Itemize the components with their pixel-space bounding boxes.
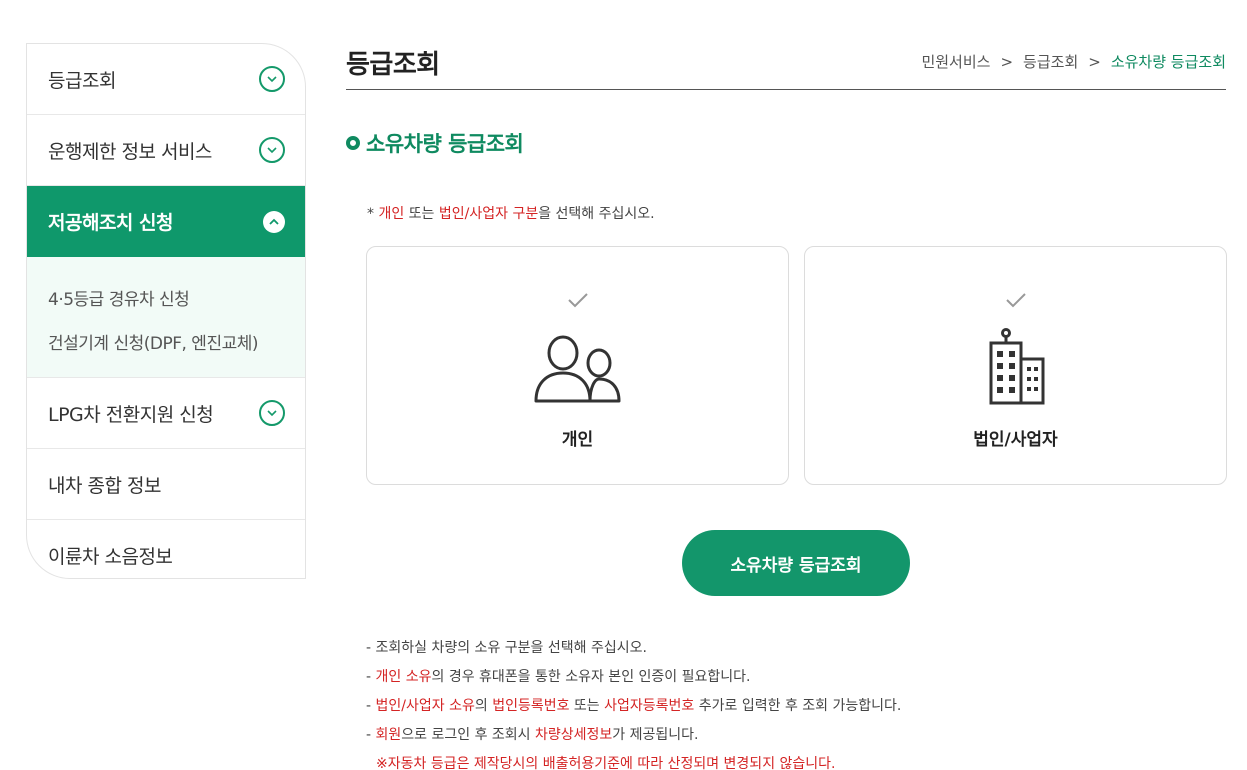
business-label: 법인/사업자	[973, 430, 1058, 450]
info-line: - 조회하실 차량의 소유 구분을 선택해 주십시오.	[366, 640, 647, 656]
check-icon	[1005, 293, 1026, 308]
building-icon	[989, 328, 1044, 405]
info-highlight: 법인등록번호	[492, 698, 570, 714]
sidebar-item-label: 운행제한 정보 서비스	[48, 140, 212, 163]
info-text: 또는	[569, 698, 605, 714]
info-dash: -	[366, 727, 376, 743]
lookup-button[interactable]: 소유차량 등급조회	[682, 530, 910, 596]
sidebar-item-label: 내차 종합 정보	[48, 474, 161, 497]
info-dash: -	[366, 698, 376, 714]
notice-prefix: *	[367, 206, 379, 222]
people-icon	[534, 335, 620, 403]
info-note: ※자동차 등급은 제작당시의 배출허용기준에 따라 산정되며 변경되지 않습니다…	[376, 756, 836, 770]
selection-notice: * 개인 또는 법인/사업자 구분을 선택해 주십시오.	[367, 203, 655, 223]
chevron-down-icon	[259, 137, 285, 163]
section-title: 소유차량 등급조회	[346, 128, 524, 158]
chevron-down-icon	[259, 66, 285, 92]
section-title-text: 소유차량 등급조회	[366, 132, 524, 156]
breadcrumb-item[interactable]: 등급조회	[1023, 51, 1078, 72]
personal-option-card[interactable]: 개인	[366, 246, 789, 485]
submenu-item-diesel[interactable]: 4·5등급 경유차 신청	[27, 275, 305, 319]
sidebar-item-label: 등급조회	[48, 69, 116, 92]
info-text: 가 제공됩니다.	[612, 727, 699, 743]
header-divider	[346, 89, 1226, 90]
sidebar-item-restriction-info[interactable]: 운행제한 정보 서비스	[27, 115, 305, 186]
sidebar-item-motorcycle-noise[interactable]: 이륜차 소음정보	[27, 520, 305, 578]
notice-highlight: 개인	[378, 206, 405, 222]
personal-label: 개인	[561, 430, 594, 450]
sidebar-item-label: 저공해조치 신청	[48, 212, 173, 234]
check-icon	[567, 293, 588, 308]
notice-highlight: 법인/사업자 구분	[438, 206, 539, 222]
info-highlight: 개인 소유	[375, 669, 432, 685]
submenu: 4·5등급 경유차 신청 건설기계 신청(DPF, 엔진교체)	[27, 257, 305, 378]
chevron-down-icon	[259, 400, 285, 426]
info-highlight: 차량상세정보	[535, 727, 613, 743]
sidebar-item-lpg[interactable]: LPG차 전환지원 신청	[27, 378, 305, 449]
info-text: 의 경우 휴대폰을 통한 소유자 본인 인증이 필요합니다.	[431, 669, 751, 685]
info-line: - 법인/사업자 소유의 법인등록번호 또는 사업자등록번호 추가로 입력한 후…	[366, 692, 901, 721]
submenu-item-construction[interactable]: 건설기계 신청(DPF, 엔진교체)	[27, 319, 305, 363]
info-highlight: 회원	[375, 727, 402, 743]
breadcrumb-current: 소유차량 등급조회	[1110, 53, 1226, 71]
info-text: 의	[474, 698, 493, 714]
breadcrumb-item[interactable]: 민원서비스	[921, 51, 990, 72]
sidebar-item-low-emission[interactable]: 저공해조치 신청	[27, 186, 305, 257]
info-highlight: 법인/사업자 소유	[375, 698, 475, 714]
page-title: 등급조회	[346, 50, 440, 80]
breadcrumb-separator: >	[1088, 52, 1101, 71]
breadcrumb: 민원서비스 > 등급조회 > 소유차량 등급조회	[921, 51, 1226, 72]
notice-text: 을 선택해 주십시오.	[538, 206, 655, 222]
info-dash: -	[366, 669, 376, 685]
sidebar-item-my-car-info[interactable]: 내차 종합 정보	[27, 449, 305, 520]
info-line: - 개인 소유의 경우 휴대폰을 통한 소유자 본인 인증이 필요합니다.	[366, 663, 901, 692]
notice-text: 또는	[404, 206, 439, 222]
sidebar-menu: 등급조회 운행제한 정보 서비스 저공해조치 신청 4·5등급 경유차 신청 건…	[26, 43, 306, 579]
info-line: - 회원으로 로그인 후 조회시 차량상세정보가 제공됩니다.	[366, 721, 901, 750]
sidebar-item-grade-lookup[interactable]: 등급조회	[27, 44, 305, 115]
breadcrumb-separator: >	[1000, 52, 1014, 71]
chevron-up-icon	[263, 210, 285, 233]
business-option-card[interactable]: 법인/사업자	[804, 246, 1227, 485]
info-text: 추가로 입력한 후 조회 가능합니다.	[694, 698, 902, 714]
info-list: - 조회하실 차량의 소유 구분을 선택해 주십시오. - 개인 소유의 경우 …	[366, 634, 901, 770]
sidebar-item-label: LPG차 전환지원 신청	[48, 403, 214, 426]
sidebar-item-label: 이륜차 소음정보	[48, 546, 173, 568]
info-highlight: 사업자등록번호	[604, 698, 695, 714]
info-text: 으로 로그인 후 조회시	[401, 727, 536, 743]
bullet-ring-icon	[346, 136, 360, 150]
